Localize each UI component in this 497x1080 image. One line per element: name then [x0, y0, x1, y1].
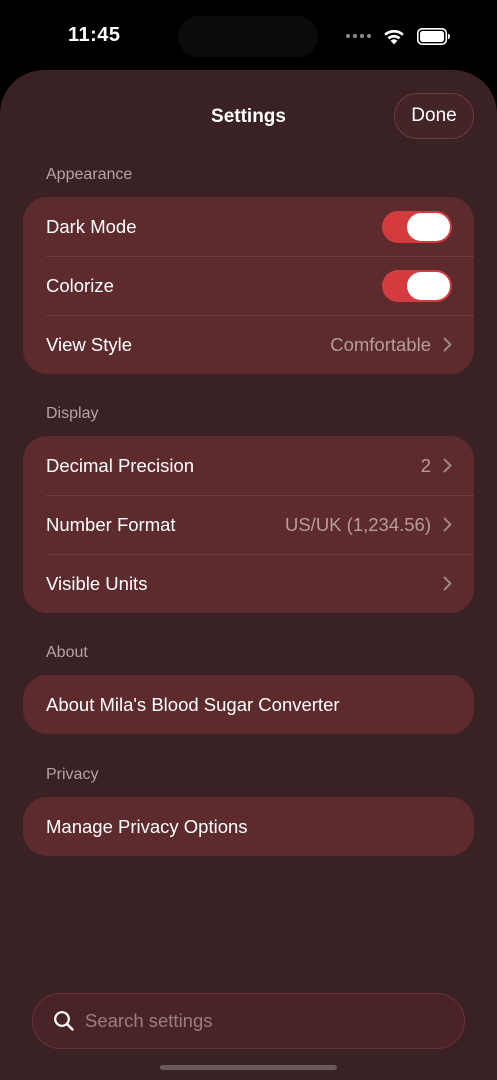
dark-mode-row: Dark Mode: [23, 197, 474, 256]
number-format-label: Number Format: [46, 513, 176, 535]
number-format-value: US/UK (1,234.56): [284, 513, 431, 535]
search-placeholder: Search settings: [85, 1010, 213, 1031]
visible-units-label: Visible Units: [46, 572, 148, 594]
wifi-icon: [384, 29, 404, 44]
privacy-group: Manage Privacy Options: [23, 797, 474, 856]
number-format-row[interactable]: Number Format US/UK (1,234.56): [23, 495, 474, 554]
chevron-right-icon: [443, 337, 452, 352]
search-input[interactable]: Search settings: [32, 993, 465, 1049]
section-header-about: About: [46, 644, 88, 661]
about-app-row[interactable]: About Mila's Blood Sugar Converter: [23, 675, 474, 734]
view-style-value: Comfortable: [330, 333, 431, 355]
status-time: 11:45: [68, 24, 121, 46]
chevron-right-icon: [443, 576, 452, 591]
view-style-row[interactable]: View Style Comfortable: [23, 315, 474, 374]
dynamic-island: [178, 16, 318, 57]
decimal-precision-label: Decimal Precision: [46, 454, 195, 476]
chevron-right-icon: [443, 458, 452, 473]
toggle-knob: [407, 271, 450, 300]
settings-sheet: Settings Done Appearance Dark Mode Color…: [0, 70, 497, 1080]
done-button[interactable]: Done: [394, 93, 474, 139]
dark-mode-toggle[interactable]: [382, 210, 452, 243]
colorize-label: Colorize: [46, 274, 114, 296]
home-indicator: [160, 1065, 337, 1070]
manage-privacy-label: Manage Privacy Options: [46, 815, 248, 837]
decimal-precision-value: 2: [420, 454, 431, 476]
colorize-row: Colorize: [23, 256, 474, 315]
manage-privacy-row[interactable]: Manage Privacy Options: [23, 797, 474, 856]
battery-icon: [417, 27, 450, 45]
view-style-label: View Style: [46, 333, 133, 355]
dark-mode-label: Dark Mode: [46, 215, 137, 237]
display-group: Decimal Precision 2 Number Format US/UK …: [23, 436, 474, 613]
about-app-label: About Mila's Blood Sugar Converter: [46, 693, 340, 715]
visible-units-row[interactable]: Visible Units: [23, 554, 474, 613]
search-icon: [54, 1011, 74, 1031]
section-header-privacy: Privacy: [46, 766, 99, 783]
chevron-right-icon: [443, 517, 452, 532]
status-icons: [346, 24, 451, 48]
status-bar: 11:45: [0, 0, 497, 72]
sheet-header: Settings Done: [0, 70, 497, 166]
about-group: About Mila's Blood Sugar Converter: [23, 675, 474, 734]
toggle-knob: [407, 212, 450, 241]
colorize-toggle[interactable]: [382, 269, 452, 302]
section-header-appearance: Appearance: [46, 166, 133, 183]
cellular-signal-icon: [346, 34, 371, 38]
decimal-precision-row[interactable]: Decimal Precision 2: [23, 436, 474, 495]
section-header-display: Display: [46, 405, 99, 422]
appearance-group: Dark Mode Colorize View Style Comfortabl…: [23, 197, 474, 374]
